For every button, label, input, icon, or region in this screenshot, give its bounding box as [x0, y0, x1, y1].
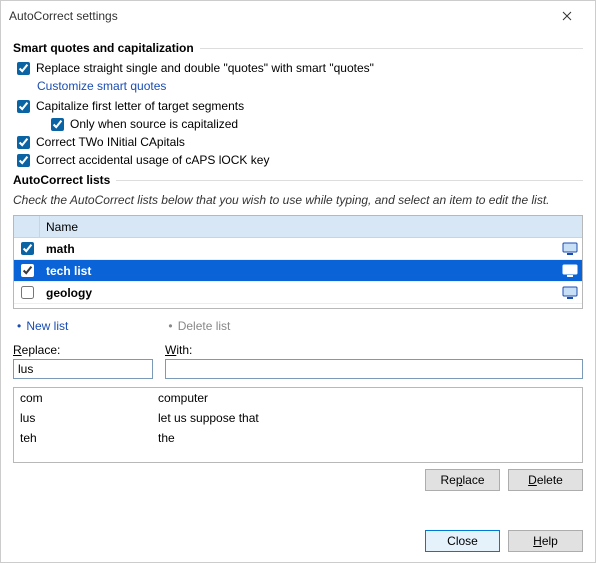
replacement-to: computer — [158, 391, 582, 405]
opt-only-when-source-row: Only when source is capitalized — [13, 115, 583, 133]
opt-caps-lock-checkbox[interactable] — [17, 154, 30, 167]
replace-input[interactable] — [13, 359, 153, 379]
replacement-from: lus — [14, 411, 158, 425]
lists-hint: Check the AutoCorrect lists below that y… — [13, 193, 583, 207]
titlebar: AutoCorrect settings — [1, 1, 595, 31]
inner-button-row: Replace Delete — [13, 469, 583, 491]
list-actions: • New list • Delete list — [17, 319, 583, 333]
dialog-body: Smart quotes and capitalization Replace … — [1, 31, 595, 518]
opt-two-initial-caps-row: Correct TWo INitial CApitals — [13, 133, 583, 151]
replacement-row[interactable]: tehthe — [14, 428, 582, 448]
group-autocorrect-lists: AutoCorrect lists — [13, 173, 583, 187]
list-row-checkbox[interactable] — [21, 242, 34, 255]
opt-caps-lock-row: Correct accidental usage of cAPS lOCK ke… — [13, 151, 583, 169]
delete-button[interactable]: Delete — [508, 469, 583, 491]
delete-list-link[interactable]: • Delete list — [168, 319, 230, 333]
lists-header: Name — [14, 216, 582, 238]
monitor-icon — [558, 242, 582, 256]
replace-label: Replace: — [13, 343, 153, 357]
replace-form: Replace: With: — [13, 343, 583, 379]
list-row-name: tech list — [40, 264, 558, 278]
replacement-row[interactable]: comcomputer — [14, 388, 582, 408]
replacement-from: teh — [14, 431, 158, 445]
customize-smart-quotes-link[interactable]: Customize smart quotes — [13, 77, 583, 97]
lists-header-name[interactable]: Name — [40, 216, 582, 237]
opt-two-initial-caps-checkbox[interactable] — [17, 136, 30, 149]
replace-col: Replace: — [13, 343, 153, 379]
replacement-to: let us suppose that — [158, 411, 582, 425]
opt-smart-quotes-checkbox[interactable] — [17, 62, 30, 75]
autocorrect-dialog: AutoCorrect settings Smart quotes and ca… — [0, 0, 596, 563]
monitor-icon — [558, 286, 582, 300]
new-list-link[interactable]: • New list — [17, 319, 68, 333]
replacement-from: com — [14, 391, 158, 405]
opt-smart-quotes-row: Replace straight single and double "quot… — [13, 59, 583, 77]
with-label-text: ith: — [176, 343, 192, 357]
opt-caps-lock-label: Correct accidental usage of cAPS lOCK ke… — [36, 153, 269, 167]
close-icon[interactable] — [547, 1, 587, 31]
list-row[interactable]: math — [14, 238, 582, 260]
monitor-icon — [558, 264, 582, 278]
lists-header-checkbox-col — [14, 216, 40, 237]
help-button[interactable]: Help — [508, 530, 583, 552]
with-col: With: — [165, 343, 583, 379]
list-row-checkbox[interactable] — [21, 286, 34, 299]
opt-capitalize-first-row: Capitalize first letter of target segmen… — [13, 97, 583, 115]
group-smart-quotes: Smart quotes and capitalization — [13, 41, 583, 55]
opt-capitalize-first-checkbox[interactable] — [17, 100, 30, 113]
replacement-to: the — [158, 431, 582, 445]
replace-button[interactable]: Replace — [425, 469, 500, 491]
opt-two-initial-caps-label: Correct TWo INitial CApitals — [36, 135, 185, 149]
list-row-checkbox[interactable] — [21, 264, 34, 277]
list-row-name: math — [40, 242, 558, 256]
autocorrect-lists-table: Name math tech list geology — [13, 215, 583, 309]
with-input[interactable] — [165, 359, 583, 379]
replacements-table: comcomputerluslet us suppose thattehthe — [13, 387, 583, 463]
window-title: AutoCorrect settings — [9, 9, 547, 23]
replacement-row[interactable]: luslet us suppose that — [14, 408, 582, 428]
dialog-button-row: Close Help — [1, 524, 595, 562]
list-row[interactable]: geology — [14, 282, 582, 304]
close-button[interactable]: Close — [425, 530, 500, 552]
opt-only-when-source-checkbox[interactable] — [51, 118, 64, 131]
list-row[interactable]: tech list — [14, 260, 582, 282]
list-row-name: geology — [40, 286, 558, 300]
opt-only-when-source-label: Only when source is capitalized — [70, 117, 238, 131]
opt-smart-quotes-label: Replace straight single and double "quot… — [36, 61, 374, 75]
with-label: With: — [165, 343, 583, 357]
opt-capitalize-first-label: Capitalize first letter of target segmen… — [36, 99, 244, 113]
replace-label-text: eplace: — [22, 343, 61, 357]
